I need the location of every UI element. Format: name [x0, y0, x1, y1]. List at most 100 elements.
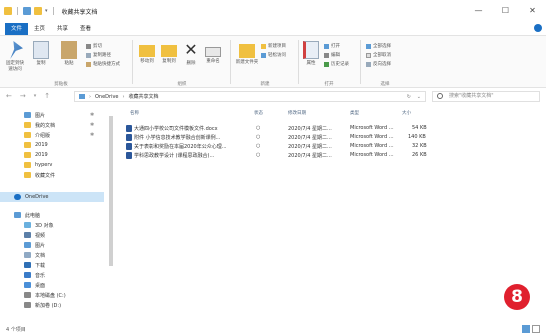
drive-icon — [24, 292, 31, 298]
file-row[interactable]: 附件 小学信息技术教学融合创新课例... ○ 2020/7/4 星期二... M… — [120, 133, 426, 142]
open-icon — [324, 43, 329, 49]
properties-icon[interactable] — [23, 7, 31, 15]
address-input[interactable]: › OneDrive › 收藏共享文档 ↻ ⌄ — [74, 91, 426, 102]
close-button[interactable]: ✕ — [519, 0, 546, 22]
tab-view[interactable]: 查看 — [74, 23, 97, 35]
file-name: 学科思政教学设计 (课程思政融合)... — [134, 153, 215, 159]
file-row[interactable]: 大通四小学校公司文件模板文件.docx ○ 2020/7/4 星期二... Mi… — [120, 124, 427, 133]
new-group: 新建文件夹 新建项目 轻松访问 新建 — [233, 39, 297, 87]
tab-share[interactable]: 共享 — [51, 23, 74, 35]
up-arrow-icon[interactable]: ↑ — [44, 92, 50, 101]
search-input[interactable]: 搜索"收藏共享文档" — [432, 91, 540, 102]
help-icon[interactable] — [534, 24, 542, 32]
maximize-button[interactable]: ☐ — [492, 0, 519, 22]
nav-item-pictures[interactable]: 图片 — [0, 240, 104, 250]
chevron-down-icon[interactable]: ⌄ — [417, 94, 421, 100]
cut-button[interactable]: 剪切 — [86, 43, 102, 49]
delete-button[interactable]: ✕ 删除 — [180, 41, 202, 67]
nav-item-hyperv[interactable]: hyperv — [0, 160, 104, 170]
file-name: 大通四小学校公司文件模板文件.docx — [134, 126, 218, 132]
downloads-icon — [24, 262, 31, 268]
paste-icon — [61, 41, 77, 59]
word-document-icon — [126, 143, 132, 150]
chevron-down-icon[interactable]: ▾ — [45, 8, 48, 14]
nav-item-downloads[interactable]: 下载 — [0, 260, 104, 270]
paste-button[interactable]: 粘贴 — [56, 41, 82, 67]
breadcrumb-chevron-icon[interactable]: › — [89, 94, 91, 100]
nav-item-drive-d[interactable]: 新加卷 (D:) — [0, 300, 104, 310]
nav-item-my-documents[interactable]: 我的文档 — [0, 120, 104, 130]
open-button[interactable]: 打开 — [324, 43, 340, 49]
pin-icon[interactable]: ✱ — [90, 132, 94, 138]
select-all-button[interactable]: 全部选择 — [366, 43, 391, 49]
sync-status-icon: ○ — [256, 152, 261, 158]
recent-locations-icon[interactable]: ▾ — [34, 92, 37, 101]
nav-item-3d-objects[interactable]: 3D 对象 — [0, 220, 104, 230]
edit-button[interactable]: 编辑 — [324, 52, 340, 58]
nav-item-2019-a[interactable]: 2019 — [0, 140, 104, 150]
tab-file[interactable]: 文件 — [5, 23, 29, 35]
new-item-button[interactable]: 新建项目 — [261, 43, 286, 49]
invert-selection-button[interactable]: 反向选择 — [366, 61, 391, 67]
breadcrumb-chevron-icon[interactable]: › — [123, 94, 125, 100]
paste-shortcut-button[interactable]: 粘贴快捷方式 — [86, 61, 120, 67]
address-bar-row: ← → ▾ ↑ › OneDrive › 收藏共享文档 ↻ ⌄ 搜索"收藏共享文… — [0, 89, 546, 104]
new-folder-button[interactable]: 新建文件夹 — [235, 41, 259, 66]
details-view-icon[interactable] — [522, 325, 530, 333]
large-icons-view-icon[interactable] — [532, 325, 540, 333]
nav-item-onedrive[interactable]: OneDrive — [0, 192, 104, 202]
tab-home[interactable]: 主页 — [28, 23, 51, 35]
minimize-button[interactable]: — — [465, 0, 492, 22]
nav-item-desktop[interactable]: 桌面 — [0, 280, 104, 290]
forward-arrow-icon[interactable]: → — [20, 92, 26, 101]
refresh-icon[interactable]: ↻ — [407, 94, 411, 100]
organize-group-label: 组织 — [177, 82, 187, 87]
copy-to-button[interactable]: 复制到 — [158, 41, 180, 65]
history-icon — [324, 61, 329, 67]
nav-item-this-pc[interactable]: 此电脑 — [0, 210, 104, 220]
computer-icon — [14, 212, 21, 218]
folder-icon — [24, 132, 31, 138]
rename-button[interactable]: 重命名 — [202, 41, 224, 65]
move-to-button[interactable]: 移动到 — [136, 41, 158, 65]
file-row[interactable]: 关于表彰和奖励在本届2020年公众心理... ○ 2020/7/4 星期二...… — [120, 142, 427, 151]
file-type: Microsoft Word ... — [350, 143, 394, 149]
file-row[interactable]: 学科思政教学设计 (课程思政融合)... ○ 2020/7/4 星期二... M… — [120, 151, 427, 160]
scrollbar-thumb[interactable] — [109, 116, 113, 266]
copy-button[interactable]: 复制 — [30, 41, 52, 67]
nav-item-favorites[interactable]: 收藏文件 — [0, 170, 104, 180]
separator — [230, 40, 231, 84]
copy-path-button[interactable]: 复制路径 — [86, 52, 111, 58]
delete-icon: ✕ — [184, 40, 198, 59]
nav-item-pictures-pinned[interactable]: 图片 — [0, 110, 104, 120]
nav-item-2019-b[interactable]: 2019 — [0, 150, 104, 160]
pin-quick-access-button[interactable]: 固定到快速访问 — [4, 41, 26, 73]
pin-icon — [10, 41, 23, 59]
back-arrow-icon[interactable]: ← — [6, 92, 12, 101]
column-header-date[interactable]: 修改日期 — [288, 110, 306, 118]
new-folder-icon[interactable] — [34, 7, 42, 15]
nav-buttons: ← → ▾ ↑ — [0, 92, 70, 101]
nav-item-videos[interactable]: 视频 — [0, 230, 104, 240]
search-placeholder: 搜索"收藏共享文档" — [449, 93, 494, 99]
column-header-status[interactable]: 状态 — [254, 110, 263, 118]
breadcrumb-onedrive[interactable]: OneDrive — [95, 94, 119, 100]
breadcrumb-current[interactable]: 收藏共享文档 — [129, 93, 159, 100]
nav-item-music[interactable]: 音乐 — [0, 270, 104, 280]
file-size: 54 KB — [412, 125, 427, 131]
pin-icon[interactable]: ✱ — [90, 122, 94, 128]
nav-scrollbar[interactable] — [108, 106, 114, 322]
separator — [52, 7, 54, 15]
properties-button[interactable]: 属性 — [300, 41, 322, 67]
history-button[interactable]: 历史记录 — [324, 61, 349, 67]
nav-item-drive-c[interactable]: 本地磁盘 (C:) — [0, 290, 104, 300]
column-header-name[interactable]: 名称 — [130, 110, 139, 118]
nav-item-documents[interactable]: 文档 — [0, 250, 104, 260]
view-switcher — [522, 325, 540, 333]
pin-icon[interactable]: ✱ — [90, 112, 94, 118]
easy-access-button[interactable]: 轻松访问 — [261, 52, 286, 58]
select-none-button[interactable]: 全部取消 — [366, 52, 391, 58]
column-header-type[interactable]: 类型 — [350, 110, 359, 118]
nav-item-intro[interactable]: 介绍版 — [0, 130, 104, 140]
column-header-size[interactable]: 大小 — [402, 110, 411, 118]
